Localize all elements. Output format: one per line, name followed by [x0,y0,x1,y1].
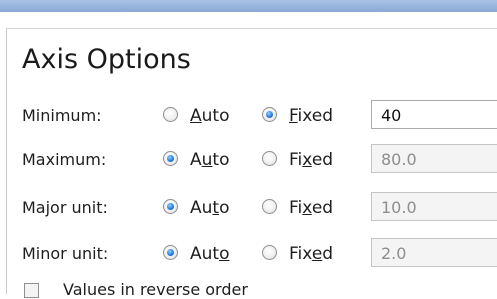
major-unit-auto-radio[interactable] [163,199,178,214]
minor-unit-fixed-label[interactable]: Fixed [289,244,333,264]
maximum-fixed-radio[interactable] [262,151,277,166]
maximum-auto-radio[interactable] [163,151,178,166]
window-title-band [0,0,497,12]
minimum-fixed-label[interactable]: Fixed [289,106,333,126]
major-unit-label: Major unit: [22,198,108,217]
minor-unit-auto-radio[interactable] [163,245,178,260]
section-title-axis-options: Axis Options [22,44,191,75]
maximum-value-input[interactable]: 80.0 [371,144,497,173]
reverse-order-label[interactable]: Values in reverse order [63,280,248,299]
minimum-label: Minimum: [22,106,102,125]
major-unit-auto-label[interactable]: Auto [190,198,229,218]
minor-unit-auto-label[interactable]: Auto [190,244,229,264]
minor-unit-value-input[interactable]: 2.0 [371,238,497,267]
major-unit-fixed-label[interactable]: Fixed [289,198,333,218]
minimum-auto-label[interactable]: Auto [190,106,229,126]
maximum-fixed-label[interactable]: Fixed [289,150,333,170]
minimum-row: Minimum: Auto Fixed 40 [0,96,497,136]
minimum-auto-radio[interactable] [163,107,178,122]
minor-unit-label: Minor unit: [22,244,109,263]
maximum-row: Maximum: Auto Fixed 80.0 [0,140,497,180]
major-unit-fixed-radio[interactable] [262,199,277,214]
maximum-label: Maximum: [22,150,107,169]
major-unit-row: Major unit: Auto Fixed 10.0 [0,188,497,228]
minor-unit-row: Minor unit: Auto Fixed 2.0 [0,234,497,274]
major-unit-value-input[interactable]: 10.0 [371,192,497,221]
minimum-fixed-radio[interactable] [262,107,277,122]
reverse-order-checkbox[interactable] [24,283,39,298]
minimum-value-input[interactable]: 40 [371,100,497,129]
maximum-auto-label[interactable]: Auto [190,150,230,170]
minor-unit-fixed-radio[interactable] [262,245,277,260]
